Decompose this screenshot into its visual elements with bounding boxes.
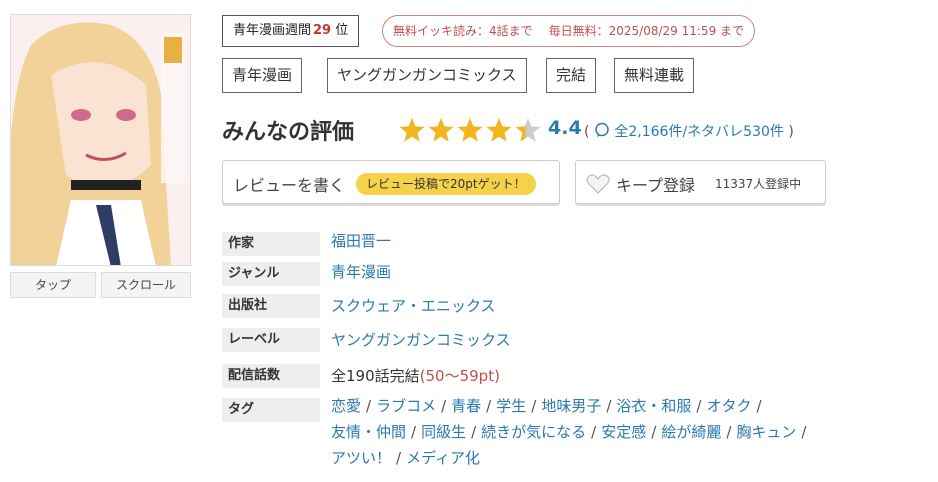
stars-svg bbox=[399, 118, 541, 142]
tags-row-2: 友情・仲間 / 同級生 / 続きが気になる / 安定感 / 絵が綺麗 / 胸キュン / bbox=[331, 421, 811, 442]
star-icon bbox=[486, 118, 512, 142]
star-icon bbox=[457, 118, 483, 142]
review-count-link[interactable]: ( 全2,166件/ネタバレ530件 ) bbox=[584, 121, 794, 141]
imprint-label: レーベル bbox=[222, 328, 320, 352]
keep-register-label: キープ登録 bbox=[616, 176, 696, 195]
genre-link[interactable]: 青年漫画 bbox=[331, 261, 391, 282]
genre-tag-complete[interactable]: 完結 bbox=[546, 58, 597, 93]
genre-tag-label[interactable]: ヤングガンガンコミックス bbox=[327, 58, 527, 93]
tag-separator: / bbox=[411, 423, 417, 441]
write-review-label: レビューを書く bbox=[233, 176, 346, 195]
keep-register-button[interactable]: キープ登録 11337人登録中 bbox=[575, 160, 826, 204]
close-paren: ) bbox=[788, 124, 794, 140]
tag-link[interactable]: 青春 bbox=[451, 397, 481, 415]
star-rating bbox=[399, 117, 544, 145]
tag-separator: / bbox=[531, 397, 537, 415]
tag-link[interactable]: アツい！ bbox=[331, 449, 391, 467]
publisher-label: 出版社 bbox=[222, 294, 320, 318]
tag-separator: / bbox=[396, 449, 402, 467]
scroll-button[interactable]: スクロール bbox=[101, 272, 191, 298]
tag-separator: / bbox=[441, 397, 447, 415]
keep-count: 11337人登録中 bbox=[715, 177, 802, 191]
tag-link[interactable]: 友情・仲間 bbox=[331, 423, 406, 441]
tag-separator: / bbox=[486, 397, 492, 415]
tag-link[interactable]: 恋愛 bbox=[331, 397, 361, 415]
tag-link[interactable]: メディア化 bbox=[406, 449, 480, 467]
tags-row-1: 恋愛 / ラブコメ / 青春 / 学生 / 地味男子 / 浴衣・和服 / オタク / bbox=[331, 395, 767, 416]
tag-separator: / bbox=[726, 423, 732, 441]
daily-free-text: 毎日無料：2025/08/29 11:59 まで bbox=[548, 24, 745, 38]
author-label: 作家 bbox=[222, 232, 320, 256]
free-read-badge: 無料イッキ読み：4話まで 毎日無料：2025/08/29 11:59 まで bbox=[382, 15, 756, 47]
tag-separator: / bbox=[756, 397, 762, 415]
cover-illustration bbox=[11, 15, 190, 265]
tag-separator: / bbox=[801, 423, 807, 441]
write-review-button[interactable]: レビューを書く レビュー投稿で20ptゲット！ bbox=[222, 160, 560, 204]
tag-separator: / bbox=[591, 423, 597, 441]
genre-tag-seinen[interactable]: 青年漫画 bbox=[222, 58, 303, 93]
star-icon bbox=[428, 118, 454, 142]
tag-link[interactable]: 続きが気になる bbox=[481, 423, 586, 441]
rating-title: みんなの評価 bbox=[222, 120, 355, 145]
tag-separator: / bbox=[471, 423, 477, 441]
heart-icon bbox=[586, 174, 610, 194]
genre-label: ジャンル bbox=[222, 262, 320, 286]
author-link[interactable]: 福田晋一 bbox=[331, 230, 391, 251]
review-count-text: 全2,166件/ネタバレ530件 bbox=[614, 124, 784, 140]
speech-bubble-icon bbox=[595, 122, 609, 137]
tag-link[interactable]: 絵が綺麗 bbox=[661, 423, 721, 441]
open-paren: ( bbox=[584, 124, 590, 140]
episodes-label: 配信話数 bbox=[222, 364, 320, 388]
tag-link[interactable]: 胸キュン bbox=[736, 423, 796, 441]
ranking-suffix: 位 bbox=[335, 23, 349, 38]
episodes-count: 全190話完結 bbox=[331, 367, 420, 385]
tag-link[interactable]: 地味男子 bbox=[541, 397, 601, 415]
episodes-price: (50〜59pt) bbox=[419, 367, 500, 385]
tags-label: タグ bbox=[222, 398, 320, 422]
review-reward-badge: レビュー投稿で20ptゲット！ bbox=[356, 173, 536, 195]
tag-separator: / bbox=[606, 397, 612, 415]
tag-link[interactable]: ラブコメ bbox=[376, 397, 436, 415]
tap-button[interactable]: タップ bbox=[10, 272, 96, 298]
star-icon bbox=[399, 118, 425, 142]
tag-link[interactable]: 安定感 bbox=[601, 423, 646, 441]
publisher-link[interactable]: スクウェア・エニックス bbox=[331, 295, 496, 316]
ranking-number: 29 bbox=[313, 23, 332, 38]
genre-tag-free-serial[interactable]: 無料連載 bbox=[614, 58, 695, 93]
ranking-label: 青年漫画週間 bbox=[233, 23, 312, 38]
tag-link[interactable]: 学生 bbox=[496, 397, 526, 415]
tag-separator: / bbox=[366, 397, 372, 415]
tag-link[interactable]: 同級生 bbox=[421, 423, 466, 441]
imprint-link[interactable]: ヤングガンガンコミックス bbox=[331, 329, 511, 350]
tag-separator: / bbox=[651, 423, 657, 441]
free-read-text: 無料イッキ読み：4話まで bbox=[393, 24, 533, 38]
episodes-value: 全190話完結(50〜59pt) bbox=[331, 365, 500, 386]
cover-image[interactable] bbox=[10, 14, 191, 266]
tag-separator: / bbox=[696, 397, 702, 415]
ranking-badge[interactable]: 青年漫画週間 29 位 bbox=[222, 15, 360, 47]
tag-link[interactable]: 浴衣・和服 bbox=[616, 397, 691, 415]
tag-link[interactable]: オタク bbox=[706, 397, 751, 415]
rating-score: 4.4 bbox=[548, 117, 582, 139]
tags-row-3: アツい！ / メディア化 bbox=[331, 447, 480, 468]
